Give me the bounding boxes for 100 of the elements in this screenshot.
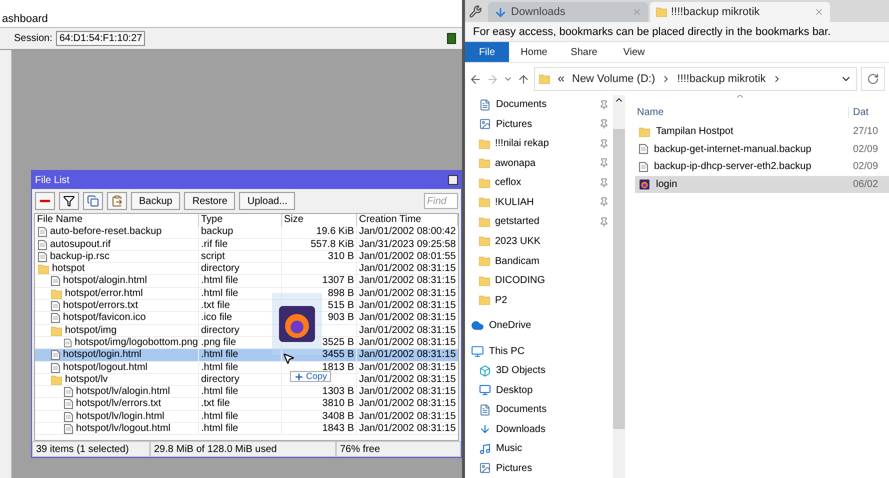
nav-item[interactable]: !KULIAH bbox=[471, 192, 613, 212]
folder-icon bbox=[38, 264, 49, 274]
creation-time: Jan/01/2002 08:01:55 bbox=[357, 250, 458, 263]
file-name: backup-get-internet-manual.backup bbox=[654, 144, 812, 155]
refresh-button[interactable] bbox=[861, 67, 885, 91]
browser-tab[interactable]: !!!!backup mikrotik bbox=[650, 2, 830, 22]
file-type: .rif file bbox=[199, 238, 282, 251]
paste-button[interactable] bbox=[107, 192, 127, 210]
nav-item[interactable]: DICODING bbox=[471, 270, 613, 290]
file-name: hotspot/lv/login.html bbox=[76, 410, 164, 423]
nav-item[interactable]: Documents bbox=[471, 95, 613, 115]
file-row[interactable]: hotspot/login.html .html file 3455 B Jan/01/2002 08:31:15 bbox=[35, 349, 458, 362]
wrench-icon[interactable] bbox=[469, 4, 482, 18]
ribbon-tab[interactable]: View bbox=[609, 42, 659, 62]
music-icon bbox=[479, 442, 491, 455]
file-row[interactable]: hotspot/error.html .html file 898 B Jan/01/2002 08:31:15 bbox=[35, 288, 458, 300]
document-icon bbox=[51, 350, 60, 360]
nav-item[interactable]: P2 bbox=[471, 290, 613, 310]
document-icon bbox=[51, 313, 60, 324]
folder-icon bbox=[539, 74, 550, 84]
close-icon[interactable] bbox=[814, 7, 824, 17]
address-bar[interactable]: New Volume (D:) !!!!backup mikrotik bbox=[534, 67, 857, 91]
column-header[interactable]: Name bbox=[635, 106, 849, 118]
nav-item[interactable]: Pictures bbox=[471, 114, 613, 134]
overflow-icon[interactable] bbox=[556, 74, 566, 84]
scrollbar[interactable] bbox=[613, 95, 625, 478]
toolbar-button[interactable]: Restore bbox=[184, 192, 236, 210]
cloud-icon bbox=[471, 319, 484, 332]
folder-icon bbox=[656, 7, 667, 17]
file-row[interactable]: login 06/02 bbox=[635, 176, 889, 193]
file-row[interactable]: hotspot/alogin.html .html file 1307 B Jan/01/2002 08:31:15 bbox=[35, 275, 458, 288]
file-name: auto-before-reset.backup bbox=[50, 226, 162, 238]
file-row[interactable]: hotspot directory Jan/01/2002 08:31:15 bbox=[35, 263, 458, 276]
file-date: 02/09 bbox=[852, 144, 880, 155]
nav-item[interactable]: !!!nilai rekap bbox=[471, 134, 613, 154]
file-type: backup bbox=[199, 226, 282, 238]
file-size: 19.6 KiB bbox=[282, 226, 357, 238]
browser-tab[interactable]: Downloads bbox=[488, 2, 648, 22]
document-icon bbox=[639, 144, 648, 154]
nav-item[interactable]: getstarted bbox=[471, 212, 613, 232]
nav-item[interactable]: Downloads bbox=[471, 420, 613, 440]
creation-time: Jan/01/2002 08:31:15 bbox=[357, 398, 458, 410]
column-header[interactable]: Creation Time bbox=[357, 214, 458, 226]
file-name: autosupout.rif bbox=[50, 238, 111, 251]
ribbon-tab[interactable]: Share bbox=[559, 42, 609, 62]
nav-item[interactable]: 3D Objects bbox=[471, 360, 613, 380]
nav-item[interactable]: Pictures bbox=[471, 458, 613, 478]
file-row[interactable]: backup-ip-dhcp-server-eth2.backup 02/09 bbox=[635, 158, 889, 176]
firefox-file-icon bbox=[277, 304, 317, 344]
folder-icon bbox=[479, 256, 490, 266]
creation-time: Jan/01/2002 08:00:42 bbox=[357, 226, 458, 238]
document-icon bbox=[64, 412, 73, 422]
file-row[interactable]: Tampilan Hostpot 27/10 bbox=[635, 123, 889, 140]
nav-item[interactable]: Desktop bbox=[471, 380, 613, 400]
column-header[interactable]: Size bbox=[282, 214, 357, 226]
file-type: .html file bbox=[199, 410, 282, 423]
filter-button[interactable] bbox=[59, 192, 79, 210]
nav-item[interactable]: Music bbox=[471, 439, 613, 459]
file-row[interactable]: backup-get-internet-manual.backup 02/09 bbox=[635, 140, 889, 158]
menu-label[interactable]: ashboard bbox=[2, 12, 48, 24]
toolbar-button[interactable]: Upload... bbox=[239, 192, 296, 210]
back-icon[interactable] bbox=[469, 72, 482, 86]
download-icon bbox=[494, 6, 507, 18]
nav-item[interactable]: Bandicam bbox=[471, 251, 613, 271]
ribbon-tab[interactable]: Home bbox=[509, 42, 559, 62]
file-row[interactable]: hotspot/lv/alogin.html .html file 1303 B Jan/01/2002 08:31:15 bbox=[35, 386, 458, 398]
file-row[interactable]: auto-before-reset.backup backup 19.6 KiB Jan/01/2002 08:00:42 bbox=[35, 226, 458, 239]
column-header[interactable]: Dat bbox=[849, 106, 889, 118]
document-icon bbox=[639, 162, 648, 172]
file-date: 06/02 bbox=[852, 178, 880, 190]
nav-item[interactable]: 2023 UKK bbox=[471, 232, 613, 252]
nav-item[interactable]: OneDrive bbox=[471, 316, 613, 336]
file-row[interactable]: hotspot/lv/errors.txt .txt file 3810 B Jan/01/2002 08:31:15 bbox=[35, 398, 458, 411]
nav-item[interactable]: awonapa bbox=[471, 154, 613, 174]
creation-time: Jan/01/2002 08:31:15 bbox=[357, 349, 458, 362]
column-header[interactable]: Type bbox=[199, 214, 282, 226]
find-field[interactable]: Find bbox=[424, 193, 458, 209]
file-row[interactable]: hotspot/lv/logout.html .html file 1843 B Jan/01/2002 08:31:15 bbox=[35, 423, 458, 436]
file-name: hotspot/lv bbox=[65, 374, 108, 386]
maximize-icon[interactable] bbox=[448, 175, 458, 185]
breadcrumb[interactable]: New Volume (D:) bbox=[572, 73, 656, 85]
toolbar-button[interactable]: Backup bbox=[131, 192, 180, 210]
ribbon-tab[interactable]: File bbox=[465, 42, 509, 62]
file-row[interactable]: hotspot/lv/login.html .html file 3408 B Jan/01/2002 08:31:15 bbox=[35, 410, 458, 424]
creation-time: Jan/01/2002 08:31:15 bbox=[357, 386, 458, 398]
file-name: hotspot/error.html bbox=[65, 288, 143, 300]
remove-button[interactable] bbox=[35, 192, 55, 210]
copy-button[interactable] bbox=[83, 192, 103, 210]
breadcrumb[interactable]: !!!!backup mikrotik bbox=[677, 73, 766, 85]
up-icon[interactable] bbox=[517, 72, 530, 86]
file-row[interactable]: autosupout.rif .rif file 557.8 KiB Jan/31/2023 09:25:58 bbox=[35, 238, 458, 251]
file-row[interactable]: backup-ip.rsc script 310 B Jan/01/2002 08:01:55 bbox=[35, 250, 458, 264]
document-icon bbox=[64, 338, 72, 348]
nav-item[interactable]: This PC bbox=[471, 341, 613, 361]
file-type: .html file bbox=[199, 349, 282, 362]
nav-item[interactable]: ceflox bbox=[471, 173, 613, 193]
file-size: 3810 B bbox=[282, 398, 357, 410]
nav-item[interactable]: Documents bbox=[471, 400, 613, 420]
creation-time: Jan/01/2002 08:31:15 bbox=[357, 275, 458, 288]
document-icon bbox=[38, 252, 47, 262]
